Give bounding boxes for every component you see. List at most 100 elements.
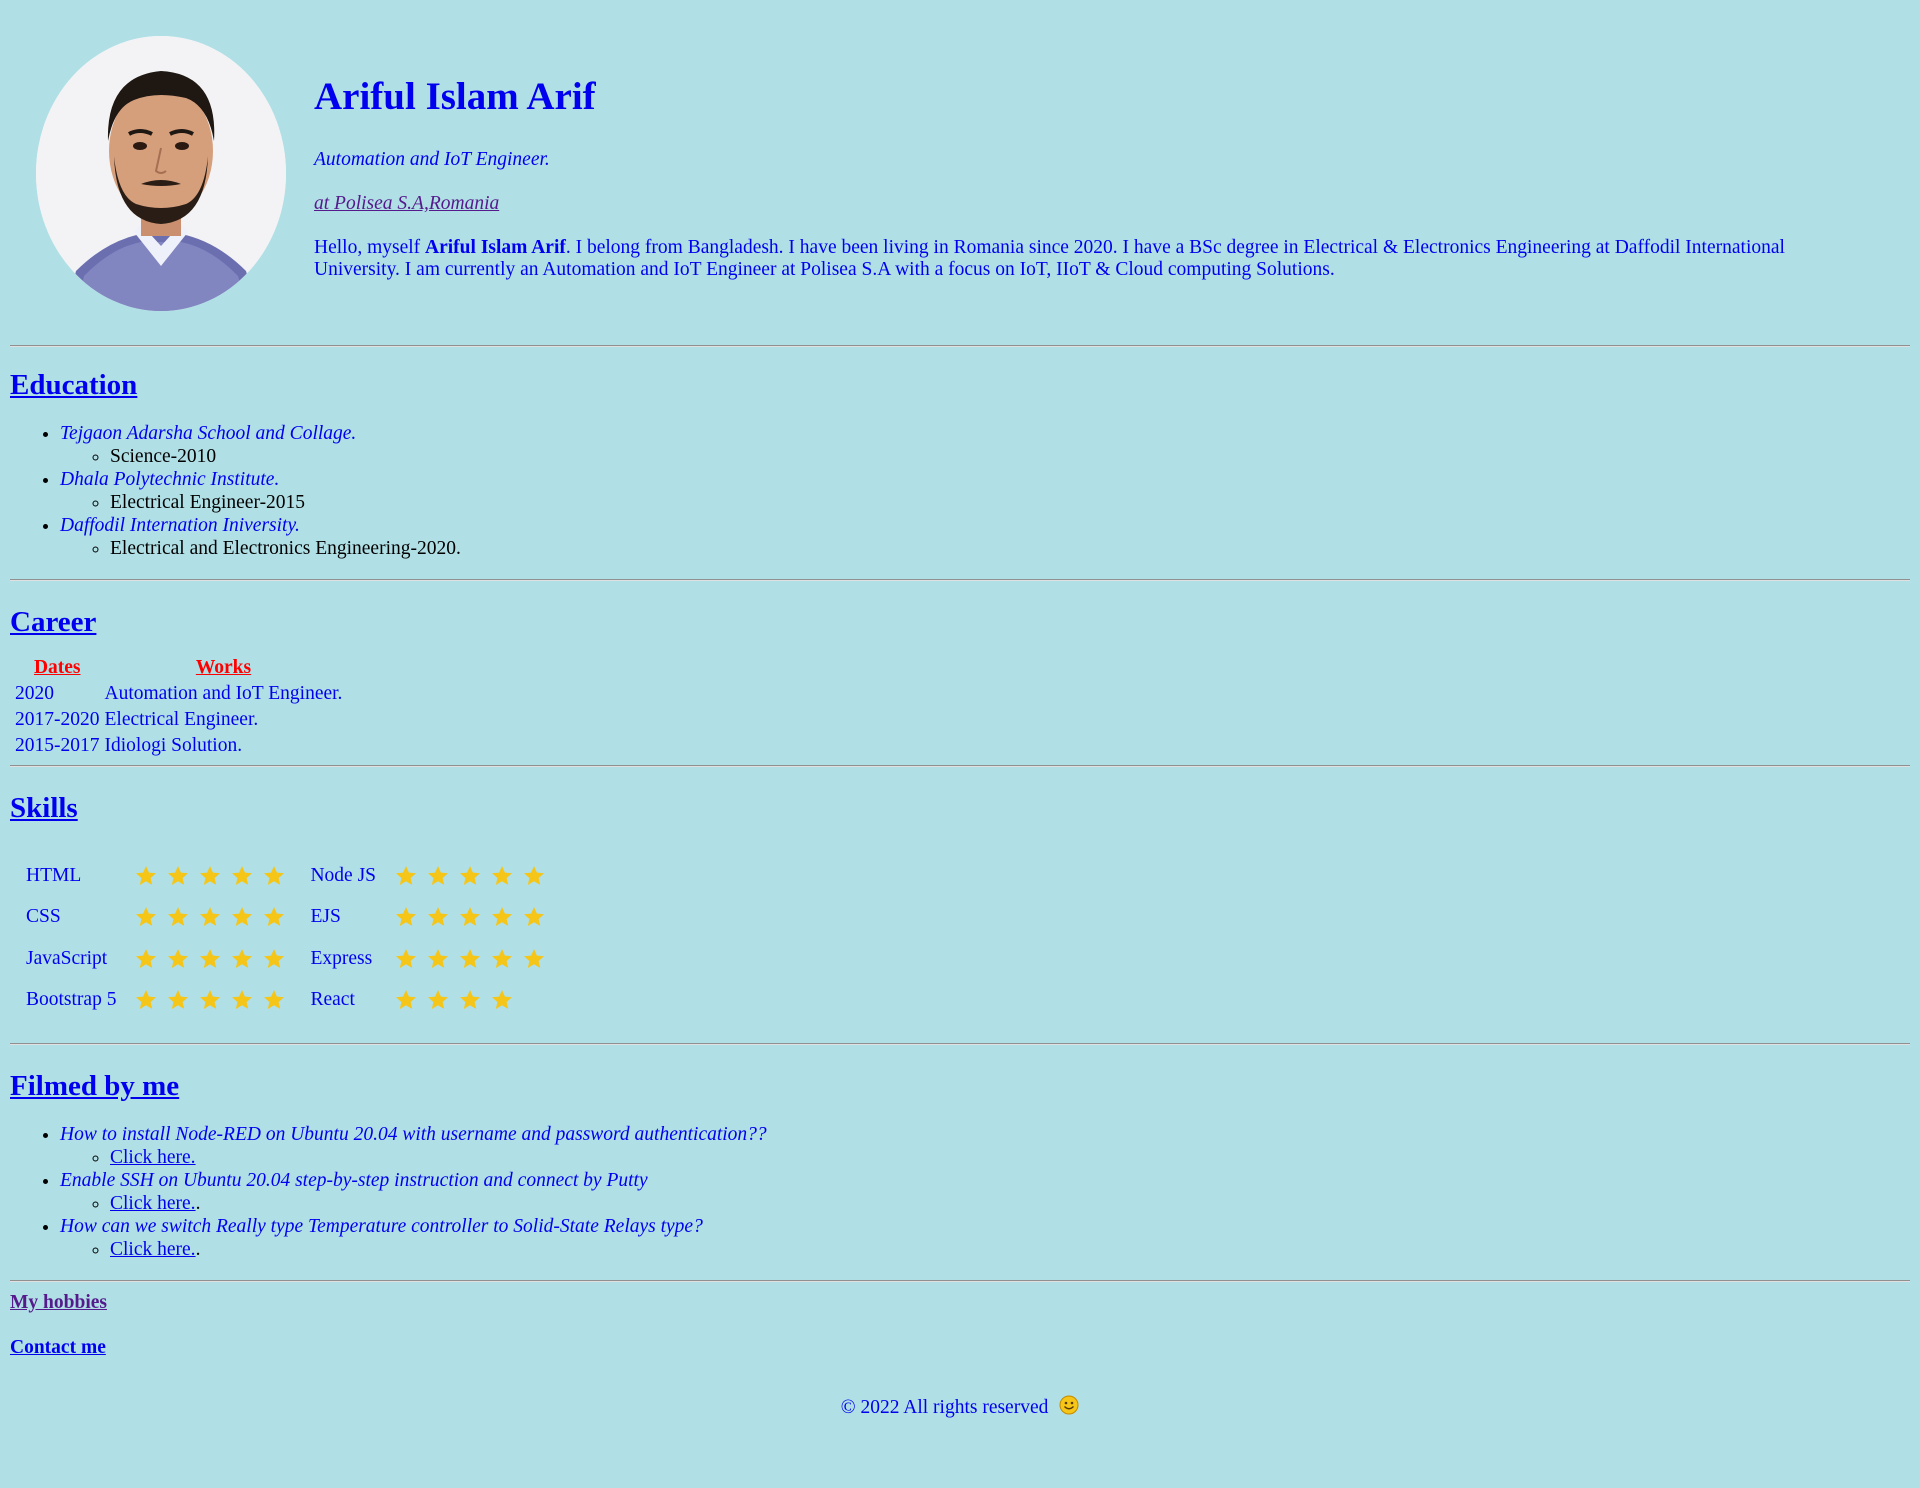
star-icon: [232, 865, 253, 885]
star-icon: [492, 907, 513, 927]
career-work: Idiologi Solution.: [104, 735, 243, 756]
star-icon: [460, 907, 481, 927]
profile-header: Ariful Islam Arif Automation and IoT Eng…: [10, 0, 1910, 311]
education-item: Tejgaon Adarsha School and Collage. Scie…: [60, 422, 1910, 468]
filmed-item: How to install Node-RED on Ubuntu 20.04 …: [60, 1123, 1910, 1169]
education-item: Dhala Polytechnic Institute. Electrical …: [60, 468, 1910, 514]
star-icon: [232, 907, 253, 927]
career-row: 2017-2020 Electrical Engineer.: [14, 708, 343, 731]
contact-me-link[interactable]: Contact me: [10, 1337, 106, 1359]
bio-prefix: Hello, myself: [314, 237, 426, 258]
career-header-dates: Dates: [33, 657, 81, 678]
video-link[interactable]: Click here.: [110, 1239, 196, 1260]
skill-name: CSS: [26, 906, 61, 928]
profile-photo: [36, 36, 286, 311]
skills-row: Bootstrap 5 React: [26, 980, 570, 1022]
star-icon: [264, 948, 285, 968]
star-icon: [200, 948, 221, 968]
star-icon: [492, 865, 513, 885]
star-icon: [264, 907, 285, 927]
profile-name: Ariful Islam Arif: [314, 75, 596, 118]
video-link[interactable]: Click here.: [110, 1147, 196, 1168]
star-icon: [264, 990, 285, 1010]
video-link[interactable]: Click here.: [110, 1193, 196, 1214]
star-icon: [428, 865, 449, 885]
video-link-item: Click here..: [110, 1192, 1910, 1215]
skill-rating: [394, 855, 570, 897]
star-icon: [168, 990, 189, 1010]
career-header-works: Works: [195, 657, 252, 678]
skills-row: CSS EJS: [26, 897, 570, 939]
filmed-item: Enable SSH on Ubuntu 20.04 step-by-step …: [60, 1169, 1910, 1215]
skills-heading: Skills: [10, 792, 78, 824]
star-icon: [492, 948, 513, 968]
footer-text: © 2022 All rights reserved: [840, 1397, 1049, 1418]
star-icon: [428, 990, 449, 1010]
link-trail: .: [195, 1193, 201, 1214]
star-icon: [200, 865, 221, 885]
profile-bio: Hello, myself Ariful Islam Arif. I belon…: [314, 237, 1870, 281]
star-icon: [396, 865, 417, 885]
video-title: Enable SSH on Ubuntu 20.04 step-by-step …: [60, 1170, 648, 1191]
star-icon: [460, 948, 481, 968]
star-icon: [524, 907, 545, 927]
skill-name: Bootstrap 5: [26, 989, 117, 1011]
skill-rating: [134, 897, 310, 939]
star-icon: [200, 907, 221, 927]
profile-intro: Ariful Islam Arif Automation and IoT Eng…: [314, 36, 1910, 281]
star-icon: [396, 990, 417, 1010]
star-icon: [264, 865, 285, 885]
school-name: Dhala Polytechnic Institute.: [60, 469, 280, 490]
star-icon: [428, 907, 449, 927]
filmed-list: How to install Node-RED on Ubuntu 20.04 …: [10, 1123, 1910, 1261]
skill-name: Node JS: [310, 864, 377, 886]
career-work: Electrical Engineer.: [104, 709, 259, 730]
career-row: 2015-2017 Idiologi Solution.: [14, 734, 343, 757]
skills-row: HTML Node JS: [26, 855, 570, 897]
star-icon: [136, 990, 157, 1010]
skill-rating: [394, 938, 570, 980]
star-icon: [168, 865, 189, 885]
skill-name: EJS: [310, 906, 341, 928]
bio-name: Ariful Islam Arif: [425, 237, 566, 258]
skill-name: Express: [310, 947, 373, 969]
star-icon: [428, 948, 449, 968]
star-icon: [232, 948, 253, 968]
video-link-item: Click here..: [110, 1238, 1910, 1261]
star-icon: [492, 990, 513, 1010]
my-hobbies-link[interactable]: My hobbies: [10, 1292, 107, 1314]
skill-rating: [134, 938, 310, 980]
career-date: 2017-2020: [15, 709, 100, 730]
career-date: 2020: [15, 683, 54, 704]
skill-name: JavaScript: [26, 947, 108, 969]
career-date: 2015-2017: [15, 735, 100, 756]
education-list: Tejgaon Adarsha School and Collage. Scie…: [10, 422, 1910, 560]
career-row: 2020 Automation and IoT Engineer.: [14, 682, 343, 705]
career-work: Automation and IoT Engineer.: [104, 683, 343, 704]
video-title: How can we switch Really type Temperatur…: [60, 1216, 703, 1237]
star-icon: [168, 907, 189, 927]
education-detail: Electrical and Electronics Engineering-2…: [110, 537, 1910, 560]
star-icon: [396, 907, 417, 927]
profile-company-link[interactable]: at Polisea S.A,Romania: [314, 193, 1870, 215]
star-icon: [136, 907, 157, 927]
video-link-item: Click here.: [110, 1146, 1910, 1169]
filmed-item: How can we switch Really type Temperatur…: [60, 1215, 1910, 1261]
profile-photo-image: [36, 36, 286, 311]
skills-table: HTML Node JS CSS EJS JavaScript Express Bootst…: [26, 855, 570, 1021]
filmed-heading: Filmed by me: [10, 1070, 180, 1102]
video-title: How to install Node-RED on Ubuntu 20.04 …: [60, 1124, 767, 1145]
star-icon: [460, 990, 481, 1010]
school-name: Tejgaon Adarsha School and Collage.: [60, 423, 357, 444]
star-icon: [460, 865, 481, 885]
skill-name: React: [310, 989, 355, 1011]
career-header-row: Dates Works: [14, 656, 343, 679]
education-heading: Education: [10, 369, 138, 401]
education-detail: Electrical Engineer-2015: [110, 491, 1910, 514]
star-icon: [524, 948, 545, 968]
skill-rating: [134, 855, 310, 897]
footer: © 2022 All rights reserved: [10, 1395, 1910, 1419]
star-icon: [168, 948, 189, 968]
link-trail: .: [195, 1239, 201, 1260]
skills-row: JavaScript Express: [26, 938, 570, 980]
